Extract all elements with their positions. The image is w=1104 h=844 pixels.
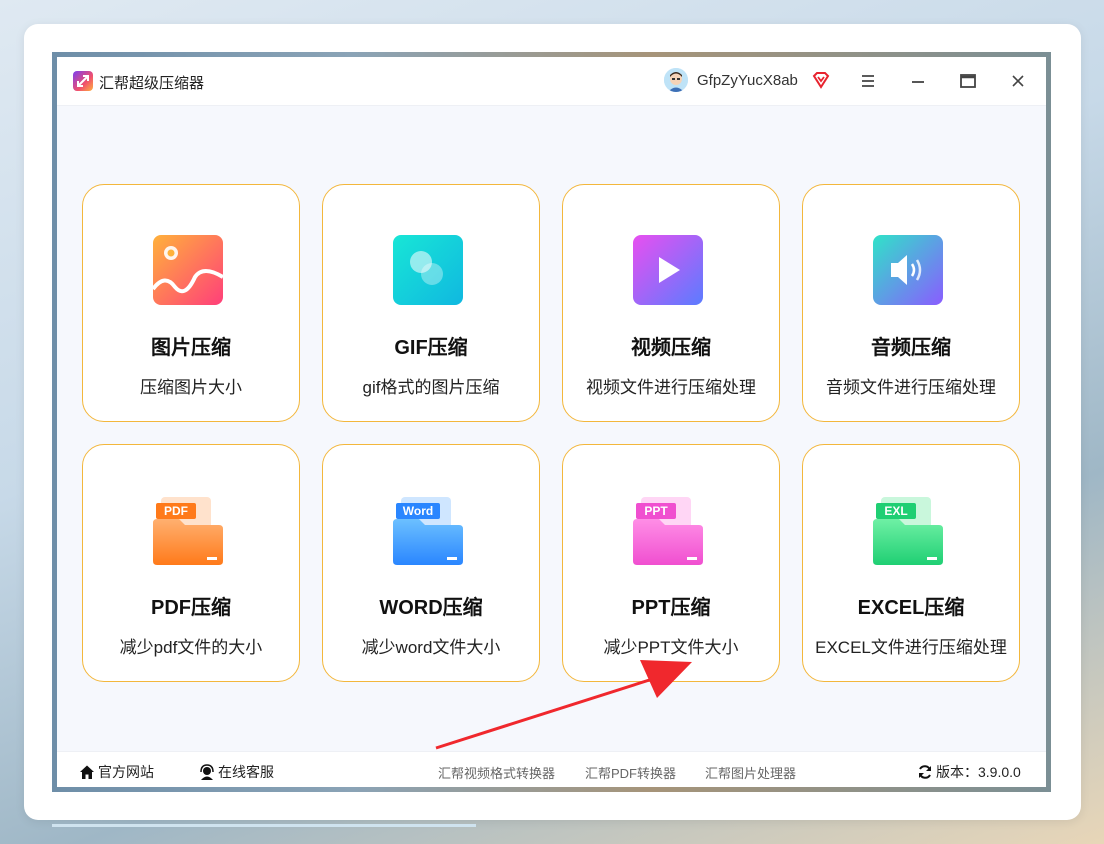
- tile-title: GIF压缩: [394, 337, 468, 359]
- excel-folder-icon: EXL: [871, 493, 945, 567]
- ppt-badge: PPT: [636, 503, 676, 519]
- speaker-icon: [871, 233, 945, 307]
- menu-icon[interactable]: [856, 69, 880, 93]
- bottom-accent-line: [52, 824, 476, 827]
- video-converter-link[interactable]: 汇帮视频格式转换器: [438, 763, 555, 782]
- tile-video-compress[interactable]: 视频压缩 视频文件进行压缩处理: [562, 184, 780, 422]
- headset-icon: [200, 764, 214, 780]
- tile-title: PPT压缩: [631, 597, 711, 619]
- app-window: 汇帮超级压缩器 GfpZyYucX8ab 图片压缩 压缩图片大小 GIF压缩 g…: [57, 57, 1046, 787]
- tile-desc: gif格式的图片压缩: [362, 378, 500, 397]
- minimize-button[interactable]: [906, 69, 930, 93]
- pdf-badge: PDF: [156, 503, 196, 519]
- app-logo-icon: [73, 71, 93, 91]
- image-processor-link[interactable]: 汇帮图片处理器: [705, 763, 796, 782]
- word-badge: Word: [396, 503, 440, 519]
- official-website-label: 官方网站: [98, 764, 154, 780]
- tile-pdf-compress[interactable]: PDF PDF压缩 减少pdf文件的大小: [82, 444, 300, 682]
- tile-title: 音频压缩: [871, 337, 951, 359]
- tile-word-compress[interactable]: Word WORD压缩 减少word文件大小: [322, 444, 540, 682]
- online-support-link[interactable]: 在线客服: [199, 762, 274, 782]
- user-avatar[interactable]: [664, 68, 688, 92]
- tile-desc: EXCEL文件进行压缩处理: [815, 638, 1007, 657]
- official-website-link[interactable]: 官方网站: [79, 762, 154, 782]
- tile-desc: 减少word文件大小: [361, 638, 501, 657]
- excel-badge: EXL: [876, 503, 916, 519]
- tile-ppt-compress[interactable]: PPT PPT压缩 减少PPT文件大小: [562, 444, 780, 682]
- tile-gif-compress[interactable]: GIF压缩 gif格式的图片压缩: [322, 184, 540, 422]
- tile-desc: 音频文件进行压缩处理: [826, 378, 996, 397]
- version-check[interactable]: 版本：3.9.0.0: [917, 762, 1021, 782]
- tile-desc: 减少pdf文件的大小: [119, 638, 263, 657]
- ppt-folder-icon: PPT: [631, 493, 705, 567]
- tile-image-compress[interactable]: 图片压缩 压缩图片大小: [82, 184, 300, 422]
- pdf-folder-icon: PDF: [151, 493, 225, 567]
- video-play-icon: [631, 233, 705, 307]
- version-label: 版本：3.9.0.0: [936, 764, 1021, 780]
- close-button[interactable]: [1006, 69, 1030, 93]
- word-folder-icon: Word: [391, 493, 465, 567]
- tile-desc: 减少PPT文件大小: [603, 638, 739, 657]
- tile-excel-compress[interactable]: EXL EXCEL压缩 EXCEL文件进行压缩处理: [802, 444, 1020, 682]
- title-bar: 汇帮超级压缩器 GfpZyYucX8ab: [57, 57, 1046, 106]
- tile-title: EXCEL压缩: [857, 597, 965, 619]
- tile-title: 图片压缩: [151, 337, 231, 359]
- tile-title: 视频压缩: [631, 337, 711, 359]
- tile-title: PDF压缩: [151, 597, 231, 619]
- maximize-button[interactable]: [956, 69, 980, 93]
- tile-desc: 视频文件进行压缩处理: [586, 378, 756, 397]
- home-icon: [80, 765, 94, 779]
- online-support-label: 在线客服: [218, 764, 274, 780]
- refresh-icon: [919, 765, 931, 779]
- tile-audio-compress[interactable]: 音频压缩 音频文件进行压缩处理: [802, 184, 1020, 422]
- pdf-converter-link[interactable]: 汇帮PDF转换器: [585, 763, 676, 782]
- image-icon: [151, 233, 225, 307]
- tile-title: WORD压缩: [379, 597, 483, 619]
- tile-desc: 压缩图片大小: [140, 378, 242, 397]
- username[interactable]: GfpZyYucX8ab: [697, 72, 798, 89]
- gif-icon: [391, 233, 465, 307]
- app-title: 汇帮超级压缩器: [99, 75, 205, 92]
- vip-diamond-icon[interactable]: [811, 70, 831, 95]
- footer-bar: 官方网站 在线客服 汇帮视频格式转换器 汇帮PDF转换器 汇帮图片处理器 版本：…: [57, 751, 1046, 787]
